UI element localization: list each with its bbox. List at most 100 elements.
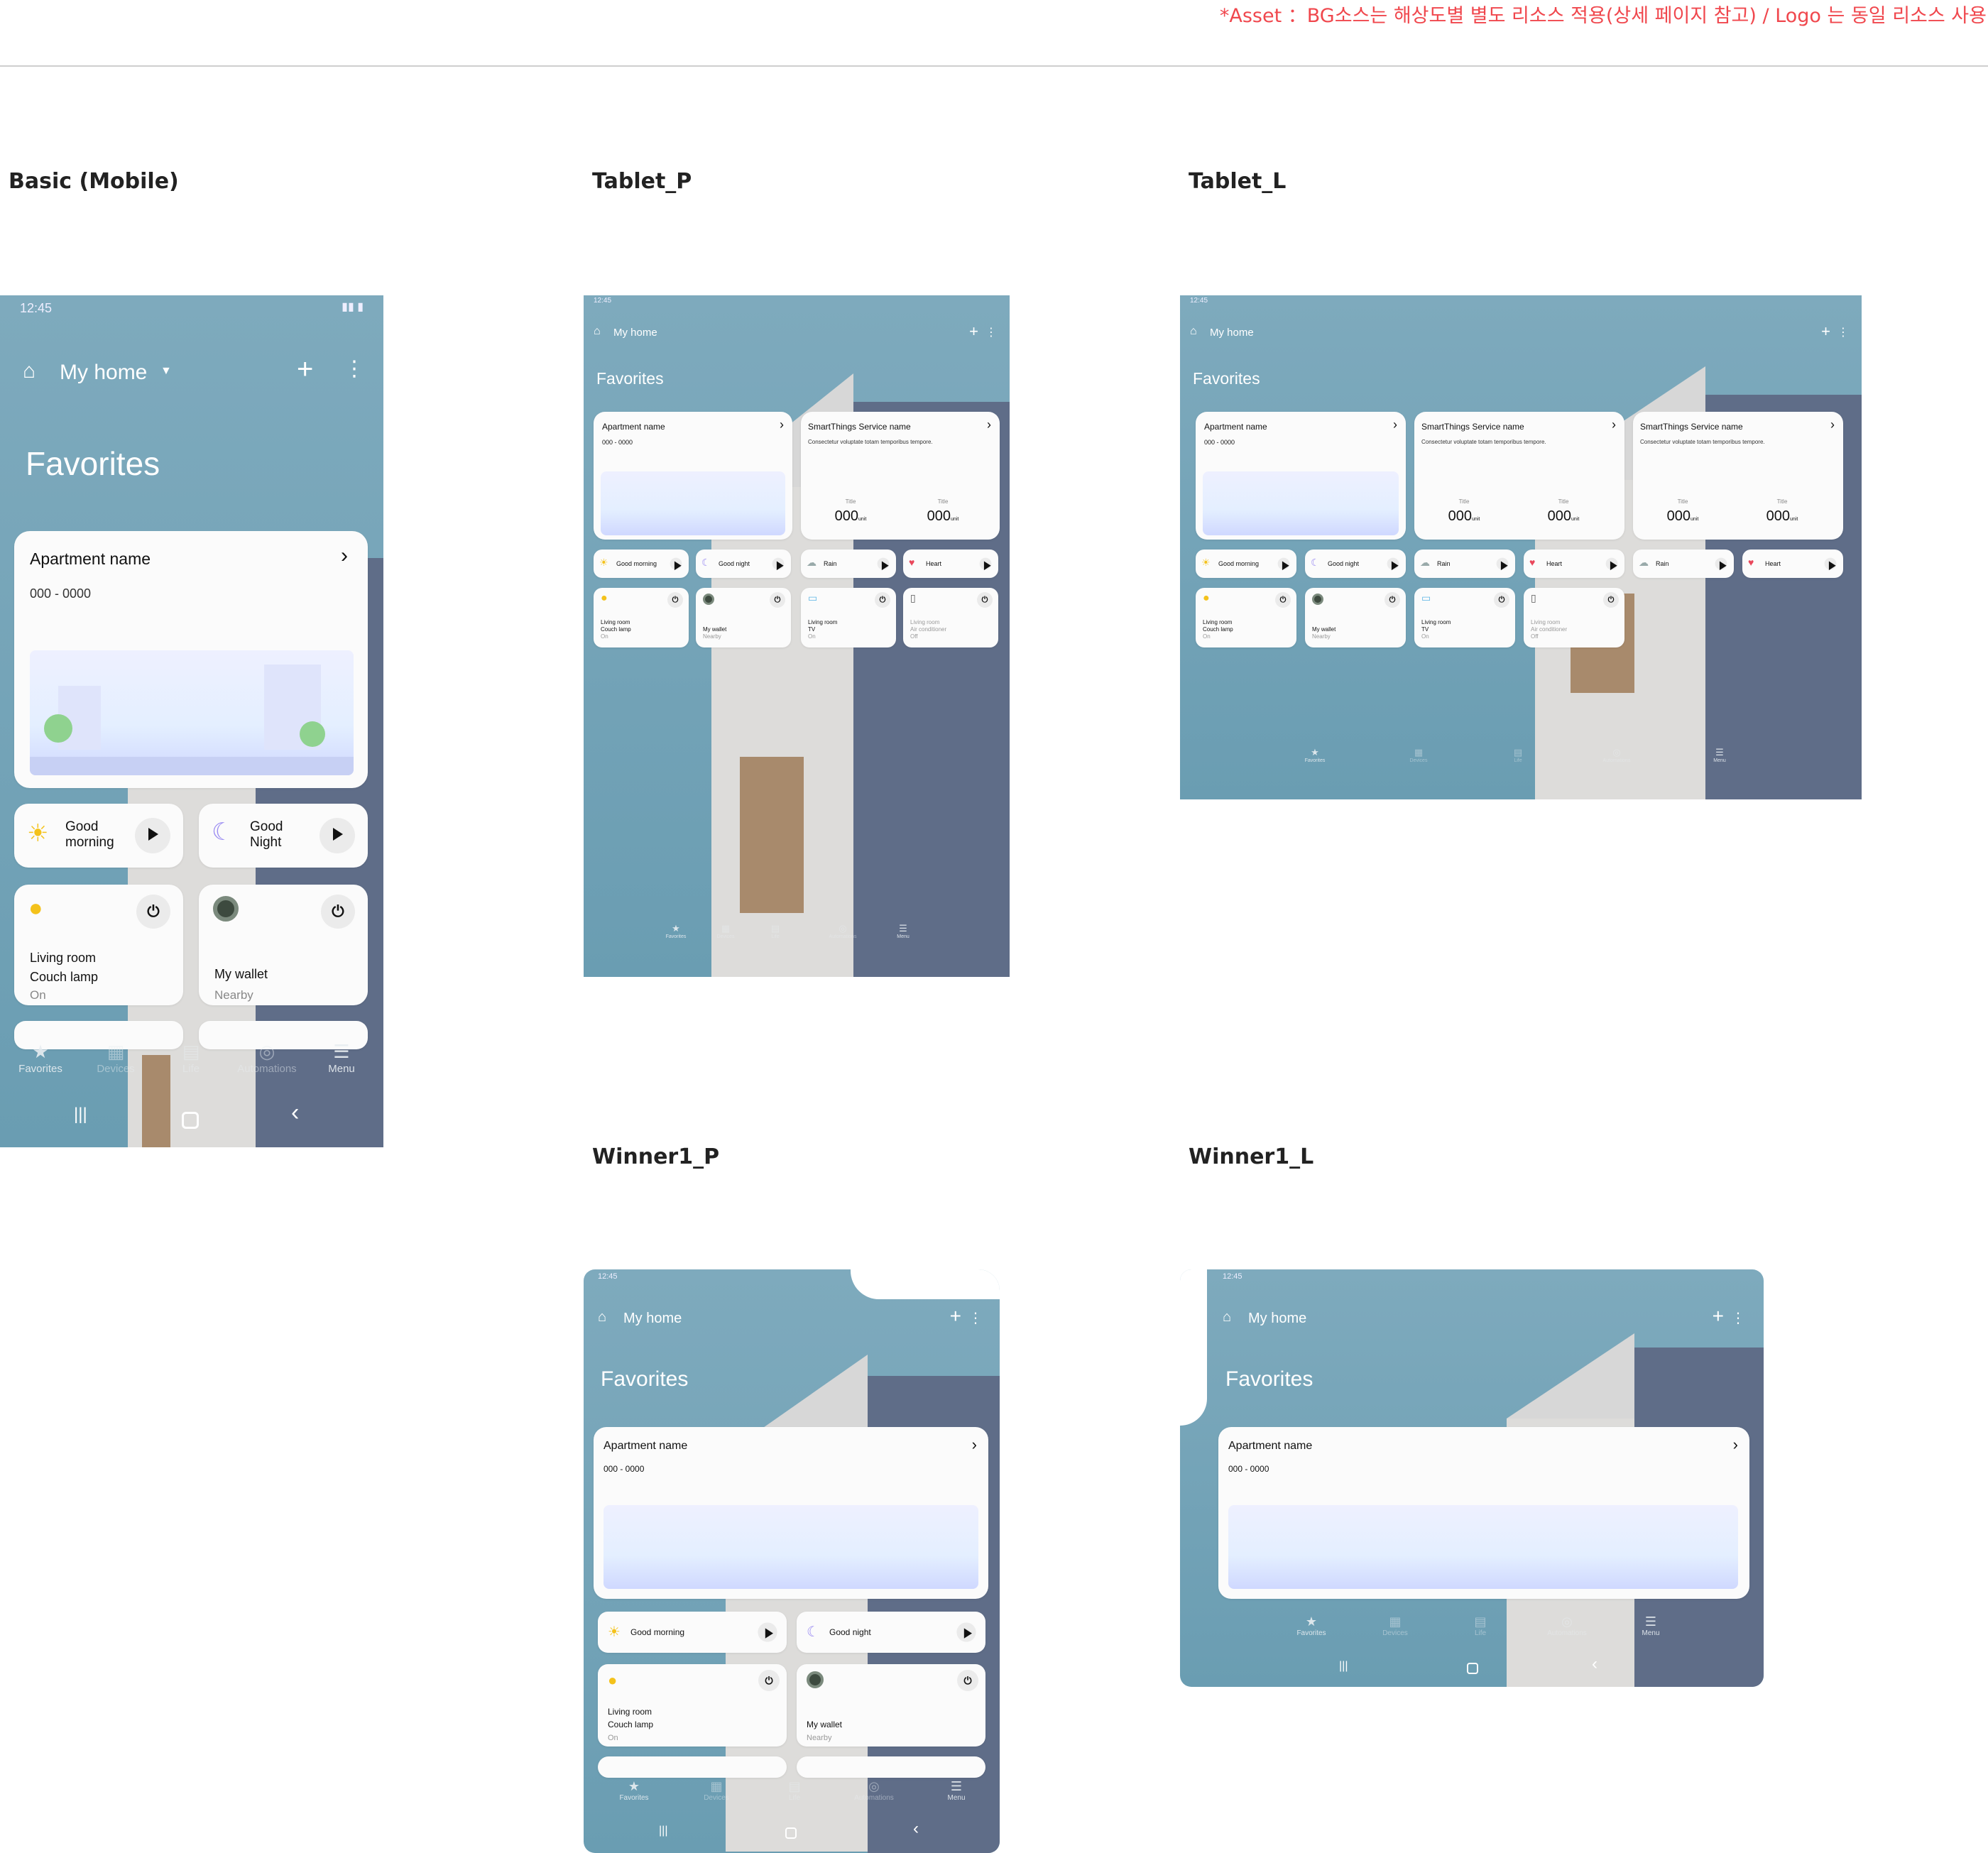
nav-life[interactable]: ▤ Life [1497,747,1539,763]
nav-menu[interactable]: ☰ Menu [1698,747,1741,763]
add-icon[interactable]: + [969,322,978,341]
device-ac[interactable]: ▯ ⏻ Living room Air conditioner Off [903,588,998,647]
apartment-card[interactable]: Apartment name › 000 - 0000 [594,412,792,540]
device-lamp[interactable]: ● ⏻ Living room Couch lamp On [598,1664,787,1747]
power-button[interactable]: ⏻ [1275,592,1291,608]
play-button[interactable] [979,557,992,570]
home-icon[interactable]: ⌂ [594,325,601,338]
scene-good-night[interactable]: ☾ Good night [797,1612,985,1653]
back-icon[interactable]: ‹ [291,1099,299,1127]
power-button[interactable]: ⏻ [136,895,170,929]
more-icon[interactable]: ⋮ [985,325,997,339]
power-button[interactable]: ⏻ [1603,592,1619,608]
home-title[interactable]: My home [60,361,147,385]
power-button[interactable]: ⏻ [758,1670,780,1691]
apartment-card[interactable]: Apartment name › 000 - 0000 [14,531,368,788]
service-card[interactable]: SmartThings Service name › Consectetur v… [1633,412,1843,540]
nav-life[interactable]: ▤ Life [754,923,797,939]
nav-favorites[interactable]: ★ Favorites [609,1779,659,1802]
device-wallet[interactable]: ⏻ My wallet Nearby [797,1664,985,1747]
apartment-card[interactable]: Apartment name › 000 - 0000 [594,1427,988,1599]
power-button[interactable]: ⏻ [1384,592,1400,608]
nav-menu[interactable]: ☰ Menu [1626,1614,1676,1637]
scene-good-night[interactable]: ☾ Good Night [199,804,368,868]
home-icon[interactable]: ⌂ [1223,1309,1231,1325]
power-button[interactable]: ⏻ [1494,592,1509,608]
device-card-partial[interactable] [598,1756,787,1778]
scene-rain[interactable]: ☁ Rain [1633,550,1734,578]
nav-menu[interactable]: ☰ Menu [882,923,924,939]
nav-devices[interactable]: ▦ Devices [84,1041,148,1075]
more-icon[interactable]: ⋮ [1837,325,1849,339]
home-icon[interactable]: ⌂ [23,359,36,383]
play-button[interactable] [670,557,682,570]
scene-good-morning[interactable]: ☀ Good morning [598,1612,787,1653]
scene-rain[interactable]: ☁ Rain [801,550,896,578]
chevron-right-icon[interactable]: › [972,1436,977,1454]
scene-good-night[interactable]: ☾ Good night [696,550,791,578]
power-button[interactable]: ⏻ [770,592,785,608]
play-button[interactable] [1387,557,1399,570]
device-ac[interactable]: ▯ ⏻ Living room Air conditioner Off [1524,588,1624,647]
add-icon[interactable]: + [297,354,313,386]
nav-life[interactable]: ▤ Life [1456,1614,1505,1637]
play-button[interactable] [758,1622,777,1642]
nav-devices[interactable]: ▦ Devices [1370,1614,1420,1637]
nav-devices[interactable]: ▦ Devices [704,923,747,939]
recents-icon[interactable]: ||| [74,1105,87,1125]
nav-automations[interactable]: ◎ Automations [818,923,868,939]
back-icon[interactable]: ‹ [913,1819,919,1839]
service-card[interactable]: SmartThings Service name › Consectetur v… [1414,412,1624,540]
power-button[interactable]: ⏻ [957,1670,978,1691]
nav-favorites[interactable]: ★ Favorites [655,923,697,939]
play-button[interactable] [135,818,170,853]
play-button[interactable] [877,557,890,570]
nav-devices[interactable]: ▦ Devices [1397,747,1440,763]
home-title[interactable]: My home [1248,1311,1306,1327]
home-title[interactable]: My home [623,1311,682,1327]
scene-good-morning[interactable]: ☀ Good morning [1196,550,1296,578]
play-button[interactable] [956,1622,976,1642]
play-button[interactable] [1715,557,1727,570]
service-card[interactable]: SmartThings Service name › Consectetur v… [801,412,1000,540]
power-button[interactable]: ⏻ [875,592,890,608]
add-icon[interactable]: + [1821,322,1830,341]
device-lamp[interactable]: ● ⏻ Living room Couch lamp On [14,885,183,1005]
play-button[interactable] [1277,557,1290,570]
play-button[interactable] [320,818,355,853]
scene-heart[interactable]: ♥ Heart [903,550,998,578]
device-wallet[interactable]: ⏻ My wallet Nearby [1305,588,1406,647]
home-icon[interactable]: ⌂ [598,1309,606,1325]
more-icon[interactable]: ⋮ [1731,1309,1745,1327]
scene-good-morning[interactable]: ☀ Good morning [14,804,183,868]
back-icon[interactable]: ‹ [1592,1654,1598,1674]
chevron-right-icon[interactable]: › [1733,1436,1738,1454]
device-tv[interactable]: ▭ ⏻ Living room TV On [801,588,896,647]
home-button-icon[interactable] [785,1827,797,1839]
nav-life[interactable]: ▤ Life [770,1779,819,1802]
home-button-icon[interactable] [1467,1663,1478,1674]
nav-favorites[interactable]: ★ Favorites [1287,1614,1336,1637]
device-wallet[interactable]: ⏻ My wallet Nearby [199,885,368,1005]
add-icon[interactable]: + [1713,1305,1724,1328]
apartment-card[interactable]: Apartment name › 000 - 0000 [1218,1427,1749,1599]
scene-good-night[interactable]: ☾ Good night [1305,550,1406,578]
play-button[interactable] [1496,557,1509,570]
power-button[interactable]: ⏻ [977,592,993,608]
chevron-right-icon[interactable]: › [1393,417,1397,432]
chevron-right-icon[interactable]: › [1612,417,1616,432]
home-title[interactable]: My home [1210,327,1254,339]
home-button-icon[interactable] [182,1112,199,1129]
nav-devices[interactable]: ▦ Devices [692,1779,741,1802]
nav-life[interactable]: ▤ Life [159,1041,223,1075]
scene-good-morning[interactable]: ☀ Good morning [594,550,689,578]
chevron-right-icon[interactable]: › [987,417,991,432]
nav-automations[interactable]: ◎ Automations [1592,747,1642,763]
device-tv[interactable]: ▭ ⏻ Living room TV On [1414,588,1515,647]
chevron-right-icon[interactable]: › [780,417,784,432]
scene-heart[interactable]: ♥ Heart [1524,550,1624,578]
more-icon[interactable]: ⋮ [968,1309,983,1327]
nav-menu[interactable]: ☰ Menu [932,1779,981,1802]
apartment-card[interactable]: Apartment name › 000 - 0000 [1196,412,1406,540]
power-button[interactable]: ⏻ [321,895,355,929]
